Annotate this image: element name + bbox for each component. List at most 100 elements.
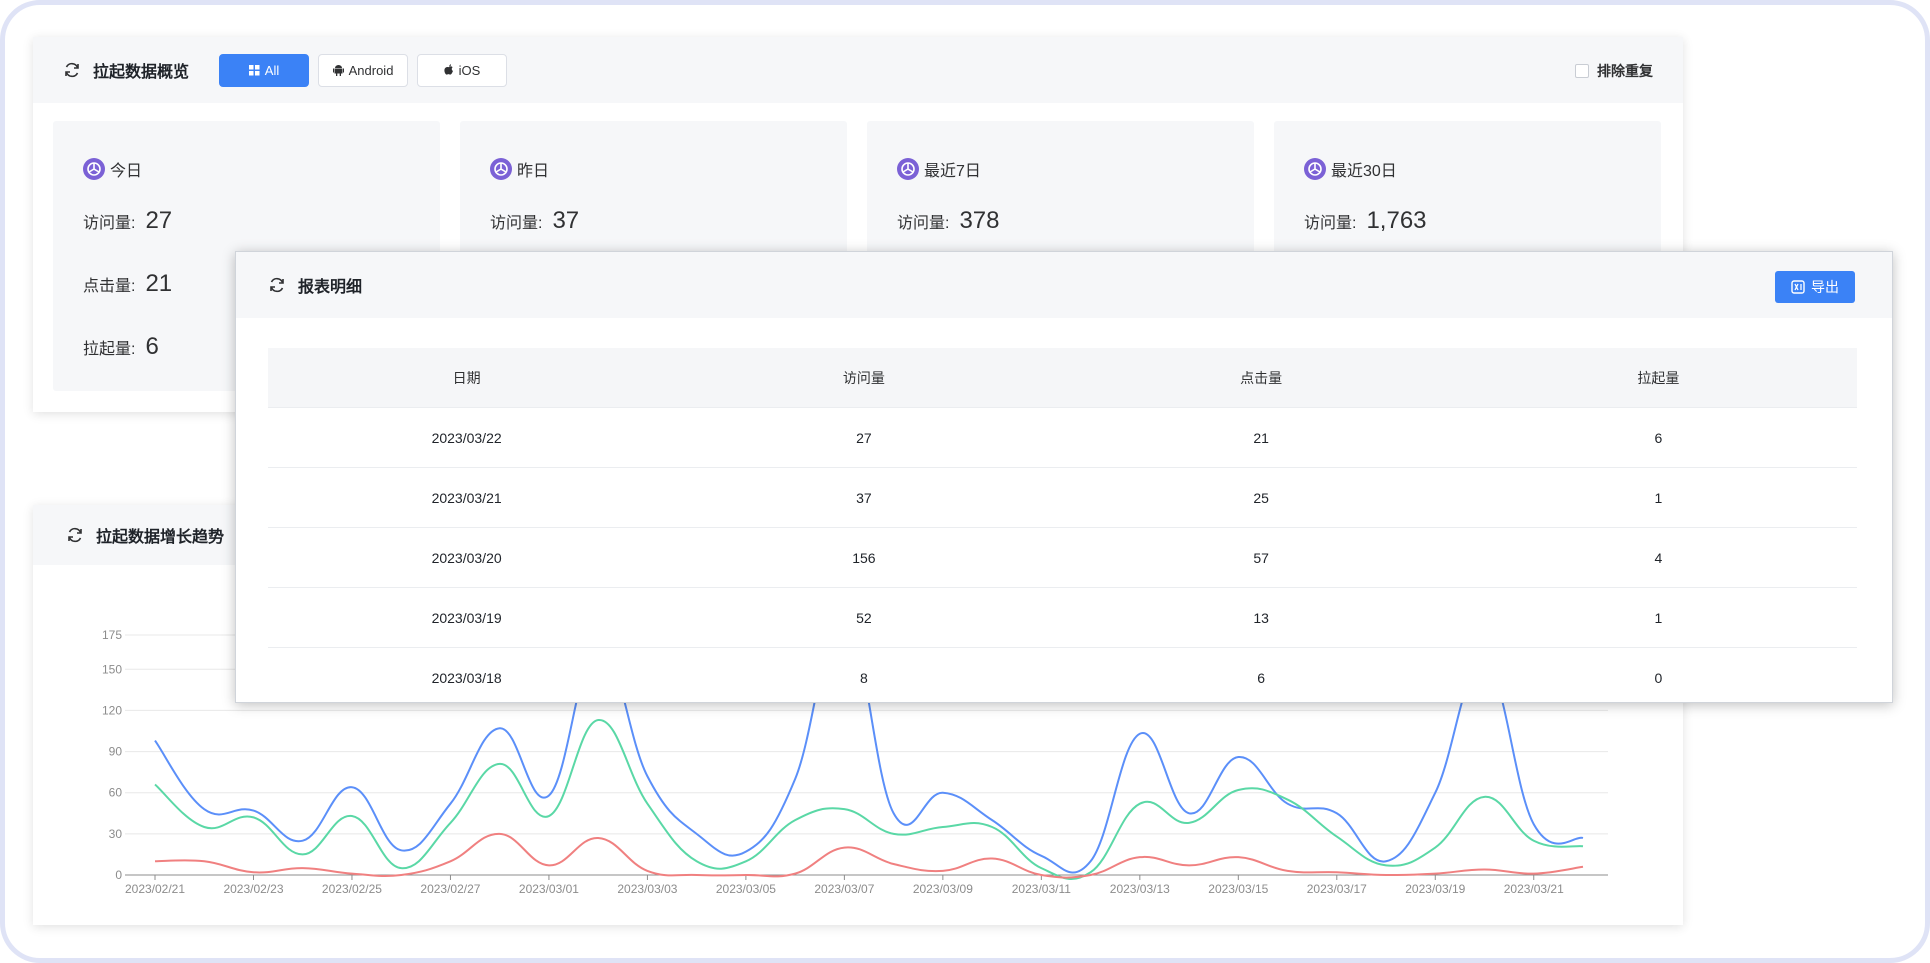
export-button[interactable]: 导出 xyxy=(1775,271,1855,303)
report-title: 报表明细 xyxy=(298,279,363,296)
cell-launches: 6 xyxy=(1654,429,1663,446)
android-icon xyxy=(332,64,344,76)
stat-title: 今日 xyxy=(83,157,142,181)
visits-label: 访问量: xyxy=(490,215,543,232)
cell-clicks: 57 xyxy=(1253,549,1269,566)
x-tick-label: 2023/03/07 xyxy=(814,882,874,896)
visits-value: 27 xyxy=(145,207,173,234)
export-label: 导出 xyxy=(1811,279,1839,295)
cell-visits: 27 xyxy=(856,429,872,446)
cell-date: 2023/03/22 xyxy=(431,429,502,446)
dedupe-label: 排除重复 xyxy=(1597,63,1653,79)
column-header-visits[interactable]: 访问量 xyxy=(665,348,1062,407)
y-tick-label: 90 xyxy=(109,745,123,759)
tab-all[interactable]: All xyxy=(219,53,310,87)
visits-label: 访问量: xyxy=(83,215,136,232)
x-tick-label: 2023/02/25 xyxy=(322,882,382,896)
tab-ios[interactable]: iOS xyxy=(417,53,508,87)
visits-value: 1,763 xyxy=(1366,207,1427,234)
cell-date: 2023/03/19 xyxy=(431,609,502,626)
report-header: 报表明细 导出 xyxy=(236,252,1892,318)
visits-value: 378 xyxy=(959,207,1000,234)
overview-header: 拉起数据概览 All Android iOS 排除重复 xyxy=(33,37,1683,103)
table-row: 2023/03/19 52 13 1 xyxy=(268,588,1857,648)
launches-value: 6 xyxy=(145,333,159,360)
x-tick-label: 2023/03/17 xyxy=(1307,882,1367,896)
cell-date: 2023/03/18 xyxy=(431,670,502,686)
stat-visits: 访问量: 1,763 xyxy=(1304,207,1427,235)
dedupe-toggle[interactable]: 排除重复 xyxy=(1575,61,1653,81)
stat-title-text: 最近7日 xyxy=(924,163,981,180)
grid-icon xyxy=(248,64,260,76)
app-logo-icon xyxy=(897,158,919,180)
y-tick-label: 60 xyxy=(109,786,123,800)
cell-visits: 8 xyxy=(859,670,868,686)
x-tick-label: 2023/02/27 xyxy=(420,882,480,896)
stat-title: 最近30日 xyxy=(1304,157,1397,181)
x-tick-label: 2023/03/11 xyxy=(1012,882,1071,896)
stat-title: 最近7日 xyxy=(897,157,981,181)
tab-ios-label: iOS xyxy=(458,62,481,78)
visits-label: 访问量: xyxy=(1304,215,1357,232)
app-logo-icon xyxy=(490,158,512,180)
apple-icon xyxy=(444,64,454,76)
cell-launches: 1 xyxy=(1654,609,1663,626)
table-row: 2023/03/20 156 57 4 xyxy=(268,528,1857,588)
table-row: 2023/03/18 8 6 0 xyxy=(268,648,1857,708)
excel-icon xyxy=(1791,280,1805,294)
cell-clicks: 13 xyxy=(1253,609,1269,626)
report-table: 日期 访问量 点击量 拉起量 2023/03/22 27 21 6 2023/0… xyxy=(268,348,1857,708)
stat-title-text: 最近30日 xyxy=(1331,163,1397,180)
stat-clicks: 点击量: 21 xyxy=(83,270,172,298)
y-tick-label: 30 xyxy=(109,827,123,841)
x-tick-label: 2023/02/21 xyxy=(125,882,185,896)
launches-label: 拉起量: xyxy=(83,341,136,358)
table-row: 2023/03/22 27 21 6 xyxy=(268,408,1857,468)
tab-android[interactable]: Android xyxy=(318,53,409,87)
x-tick-label: 2023/03/21 xyxy=(1504,882,1564,896)
cell-clicks: 21 xyxy=(1253,429,1269,446)
overview-title: 拉起数据概览 xyxy=(93,64,190,81)
dedupe-checkbox[interactable] xyxy=(1575,64,1589,78)
cell-clicks: 6 xyxy=(1257,670,1266,686)
column-header-launches[interactable]: 拉起量 xyxy=(1460,348,1857,407)
app-logo-icon xyxy=(83,158,105,180)
column-header-date[interactable]: 日期 xyxy=(268,348,665,407)
visits-value: 37 xyxy=(552,207,580,234)
clicks-value: 21 xyxy=(145,270,173,297)
y-tick-label: 0 xyxy=(115,868,122,882)
x-tick-label: 2023/03/05 xyxy=(716,882,776,896)
column-header-clicks[interactable]: 点击量 xyxy=(1063,348,1460,407)
cell-visits: 37 xyxy=(856,489,872,506)
tab-android-label: Android xyxy=(348,62,394,78)
tab-all-label: All xyxy=(264,62,280,78)
refresh-icon[interactable] xyxy=(63,61,81,79)
refresh-icon[interactable] xyxy=(268,276,286,294)
stat-title: 昨日 xyxy=(490,157,549,181)
stat-launches: 拉起量: 6 xyxy=(83,333,159,361)
x-tick-label: 2023/03/09 xyxy=(913,882,973,896)
y-tick-label: 120 xyxy=(102,703,122,717)
y-tick-label: 150 xyxy=(102,662,122,676)
cell-launches: 4 xyxy=(1654,549,1663,566)
visits-label: 访问量: xyxy=(897,215,950,232)
series-line-launches xyxy=(154,832,1584,879)
table-row: 2023/03/21 37 25 1 xyxy=(268,468,1857,528)
stat-title-text: 昨日 xyxy=(517,163,550,180)
cell-visits: 156 xyxy=(852,549,876,566)
stat-visits: 访问量: 378 xyxy=(897,207,1000,235)
cell-visits: 52 xyxy=(856,609,872,626)
cell-launches: 0 xyxy=(1654,670,1663,686)
platform-tabs: All Android iOS xyxy=(219,53,516,87)
series-line-clicks xyxy=(154,719,1584,881)
x-tick-label: 2023/03/15 xyxy=(1208,882,1268,896)
cell-clicks: 25 xyxy=(1253,489,1269,506)
stat-visits: 访问量: 37 xyxy=(490,207,579,235)
y-tick-label: 175 xyxy=(102,628,122,642)
cell-launches: 1 xyxy=(1654,489,1663,506)
x-tick-label: 2023/03/03 xyxy=(617,882,677,896)
x-tick-label: 2023/03/01 xyxy=(519,882,579,896)
stat-visits: 访问量: 27 xyxy=(83,207,172,235)
x-tick-label: 2023/03/13 xyxy=(1110,882,1170,896)
clicks-label: 点击量: xyxy=(83,278,136,295)
